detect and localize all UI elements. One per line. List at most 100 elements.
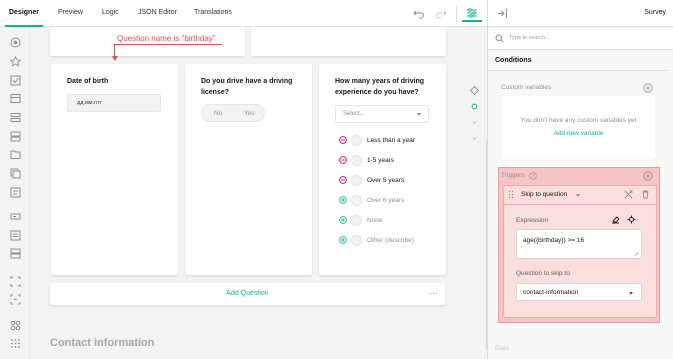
delete-trigger-icon[interactable] xyxy=(641,190,650,199)
skip-to-question-dropdown[interactable]: contact-information xyxy=(516,283,642,301)
data-section-title[interactable]: Data xyxy=(495,345,509,352)
designer-top-bar: Designer Preview Logic JSON Editor Trans… xyxy=(0,0,487,27)
remove-choice-icon[interactable] xyxy=(339,176,347,184)
checkbox-icon[interactable] xyxy=(10,75,21,86)
choice-label[interactable]: 1-5 years xyxy=(367,157,394,164)
date-of-birth-input[interactable]: дд.мм.гггг xyxy=(67,94,161,112)
question-card-driving-license[interactable]: Do you drive have a driving license? No … xyxy=(185,64,312,275)
page-navigator-current-icon[interactable] xyxy=(470,102,479,111)
question-name-annotation: Question name is "birthday" xyxy=(117,34,216,43)
multiple-text-icon[interactable] xyxy=(10,248,21,259)
clear-expression-icon[interactable] xyxy=(611,215,620,224)
add-variable-icon[interactable] xyxy=(643,83,653,93)
boolean-icon[interactable] xyxy=(10,131,21,142)
comment-icon[interactable] xyxy=(10,230,21,241)
undo-icon[interactable] xyxy=(413,7,425,19)
radio-button[interactable] xyxy=(351,195,362,206)
more-options-icon[interactable]: ··· xyxy=(429,288,438,298)
radio-button[interactable] xyxy=(351,135,362,146)
page-title-contact-information: Contact information xyxy=(50,337,155,349)
navigation-diamond-icon[interactable] xyxy=(470,86,479,95)
redo-icon[interactable] xyxy=(435,7,447,19)
expression-builder-icon[interactable] xyxy=(627,215,636,224)
property-search[interactable]: Type to search... xyxy=(488,28,673,50)
radiogroup-icon[interactable] xyxy=(10,37,21,48)
remove-choice-icon[interactable] xyxy=(339,136,347,144)
property-grid-title: Survey xyxy=(644,9,666,16)
add-choice-icon[interactable] xyxy=(339,196,347,204)
question-title-line1: Do you drive have a driving xyxy=(201,78,293,85)
question-card-driving-years[interactable]: How many years of driving experience do … xyxy=(319,64,446,275)
add-trigger-icon[interactable] xyxy=(643,171,653,181)
expression-editor[interactable]: age({birthday}) >= 16 xyxy=(516,229,642,259)
collapse-panel-icon[interactable] xyxy=(497,8,508,19)
radio-button[interactable] xyxy=(351,155,362,166)
question-title-line2: license? xyxy=(201,89,230,96)
radio-button[interactable] xyxy=(351,235,362,246)
more-icon[interactable] xyxy=(10,338,21,349)
chevron-down-icon xyxy=(417,113,421,116)
choice-label[interactable]: Over 5 years xyxy=(367,177,404,184)
years-dropdown[interactable]: Select... xyxy=(335,105,429,123)
settings-button[interactable] xyxy=(462,5,482,22)
image-picker-icon[interactable] xyxy=(10,168,21,179)
radio-button[interactable] xyxy=(351,175,362,186)
choice-label[interactable]: None xyxy=(367,217,383,224)
file-icon[interactable] xyxy=(10,149,21,160)
add-choice-icon[interactable] xyxy=(339,236,347,244)
choice-item[interactable]: 1-5 years xyxy=(339,155,449,167)
drag-handle-icon[interactable] xyxy=(508,190,514,199)
dropdown-icon[interactable] xyxy=(10,93,21,104)
dropdown-placeholder: Select... xyxy=(343,111,365,117)
tab-logic[interactable]: Logic xyxy=(102,9,119,16)
add-choice-icon[interactable] xyxy=(339,216,347,224)
choice-item[interactable]: Other (describe) xyxy=(339,235,449,247)
svg-text:?: ? xyxy=(532,174,535,180)
custom-variables-label: Custom variables xyxy=(501,84,552,91)
annotation-arrow-head xyxy=(111,56,118,61)
conditions-section-title[interactable]: Conditions xyxy=(495,57,532,64)
custom-variables-box: You don't have any custom variables yet … xyxy=(502,96,655,159)
text-icon[interactable] xyxy=(10,211,21,222)
choice-item[interactable]: Less than a year xyxy=(339,135,449,147)
help-icon[interactable]: ? xyxy=(529,172,537,180)
page-navigator-dot-icon[interactable] xyxy=(470,118,479,127)
page-navigator-dot-icon[interactable] xyxy=(470,134,479,143)
question-card-previous-2[interactable] xyxy=(251,27,446,56)
remove-choice-icon[interactable] xyxy=(339,156,347,164)
triggers-label: Triggers xyxy=(501,172,525,179)
tab-preview[interactable]: Preview xyxy=(58,9,83,16)
add-question-bar: Add Question ··· xyxy=(50,283,445,305)
trigger-type-dropdown[interactable]: Skip to question xyxy=(521,191,567,198)
fast-entry-icon[interactable] xyxy=(624,190,633,199)
choice-label[interactable]: Over 6 years xyxy=(367,197,404,204)
skip-to-value: contact-information xyxy=(523,289,579,296)
add-new-variable-link[interactable]: Add new variable xyxy=(502,130,655,137)
dynamic-panel-icon[interactable] xyxy=(10,294,21,305)
choice-item[interactable]: None xyxy=(339,215,449,227)
choice-item[interactable]: Over 5 years xyxy=(339,175,449,187)
boolean-toggle[interactable]: No Yes xyxy=(201,104,265,122)
resize-handle-icon[interactable] xyxy=(634,251,639,256)
tagbox-icon[interactable] xyxy=(10,112,21,123)
toolbar-divider xyxy=(456,5,457,22)
rating-icon[interactable] xyxy=(10,56,21,67)
toggle-yes-label: Yes xyxy=(244,110,255,117)
panel-icon[interactable] xyxy=(10,276,21,287)
tab-json-editor[interactable]: JSON Editor xyxy=(138,9,177,16)
choice-item[interactable]: Over 6 years xyxy=(339,195,449,207)
annotation-underline xyxy=(114,44,222,45)
question-title: Date of birth xyxy=(67,78,109,85)
choice-label[interactable]: Other (describe) xyxy=(367,237,414,244)
ranking-icon[interactable] xyxy=(10,187,21,198)
radio-button[interactable] xyxy=(351,215,362,226)
question-card-birthday[interactable]: Date of birth дд.мм.гггг xyxy=(51,64,178,275)
tab-designer[interactable]: Designer xyxy=(9,9,39,16)
choice-label[interactable]: Less than a year xyxy=(367,137,415,144)
search-input[interactable]: Type to search... xyxy=(509,35,550,41)
question-title-line2: experience do you have? xyxy=(335,89,419,96)
matrix-icon[interactable] xyxy=(10,320,21,331)
expression-value[interactable]: age({birthday}) >= 16 xyxy=(523,237,584,244)
add-question-button[interactable]: Add Question xyxy=(50,290,445,297)
tab-translations[interactable]: Translations xyxy=(194,9,232,16)
